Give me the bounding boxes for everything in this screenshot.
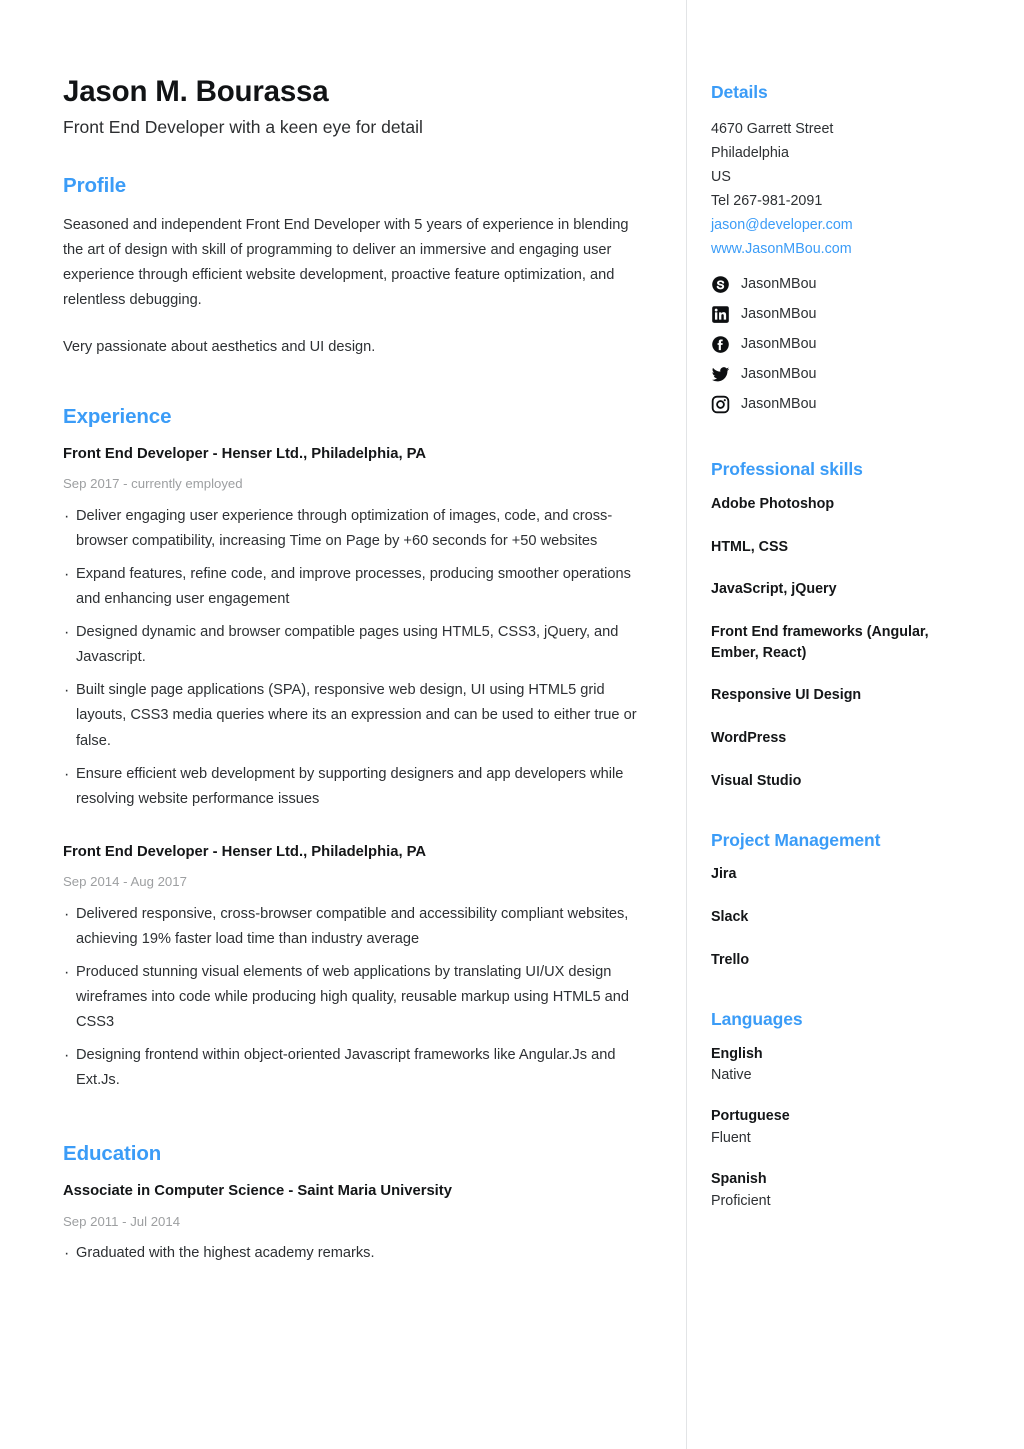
social-row-twitter[interactable]: JasonMBou xyxy=(711,360,969,390)
entry-bullets: Delivered responsive, cross-browser comp… xyxy=(63,901,651,1094)
experience-section: Experience Front End Developer - Henser … xyxy=(63,404,651,1093)
language-name: English xyxy=(711,1045,763,1062)
social-handle: JasonMBou xyxy=(741,366,817,383)
entry-bullets: Deliver engaging user experience through… xyxy=(63,503,651,812)
list-item: Spanish Proficient xyxy=(711,1169,969,1212)
list-item: Expand features, refine code, and improv… xyxy=(63,561,651,612)
social-handle: JasonMBou xyxy=(741,276,817,293)
social-row-linkedin[interactable]: JasonMBou xyxy=(711,300,969,330)
facebook-icon xyxy=(711,335,730,354)
list-item: Jira xyxy=(711,866,737,883)
job-subtitle: Front End Developer with a keen eye for … xyxy=(63,117,423,138)
details-section: Details 4670 Garrett Street Philadelphia… xyxy=(711,82,969,420)
education-section: Education Associate in Computer Science … xyxy=(63,1141,651,1268)
entry-date: Sep 2011 - Jul 2014 xyxy=(63,1213,181,1229)
experience-entry: Front End Developer - Henser Ltd., Phila… xyxy=(63,444,651,812)
address-line-1: 4670 Garrett Street xyxy=(711,120,834,137)
list-item: Visual Studio xyxy=(711,772,802,789)
list-item: WordPress xyxy=(711,730,787,747)
professional-skills-section: Professional skills Adobe Photoshop HTML… xyxy=(711,459,969,792)
entry-date: Sep 2014 - Aug 2017 xyxy=(63,874,187,890)
entry-title: Associate in Computer Science - Saint Ma… xyxy=(63,1183,452,1200)
language-level: Native xyxy=(711,1066,752,1083)
details-heading: Details xyxy=(711,82,768,102)
entry-bullets: Graduated with the highest academy remar… xyxy=(63,1240,651,1268)
entry-date: Sep 2017 - currently employed xyxy=(63,476,243,492)
page-title: Jason M. Bourassa xyxy=(63,75,329,108)
list-item: Ensure efficient web development by supp… xyxy=(63,761,651,812)
professional-skills-heading: Professional skills xyxy=(711,458,863,479)
list-item: Built single page applications (SPA), re… xyxy=(63,677,651,753)
social-row-skype[interactable]: JasonMBou xyxy=(711,270,969,300)
website-link[interactable]: www.JasonMBou.com xyxy=(711,237,969,261)
list-item: Deliver engaging user experience through… xyxy=(63,503,651,554)
list-item: Adobe Photoshop xyxy=(711,495,835,512)
resume-page: Jason M. Bourassa Front End Developer wi… xyxy=(0,0,1024,1449)
profile-paragraph: Very passionate about aesthetics and UI … xyxy=(63,339,376,356)
profile-section: Profile Seasoned and independent Front E… xyxy=(63,173,651,360)
experience-entry: Front End Developer - Henser Ltd., Phila… xyxy=(63,842,651,1094)
list-item: Produced stunning visual elements of web… xyxy=(63,959,651,1035)
column-divider xyxy=(686,0,687,1449)
country-line: US xyxy=(711,168,731,185)
language-name: Spanish xyxy=(711,1171,767,1188)
social-handle: JasonMBou xyxy=(741,396,817,413)
list-item: JavaScript, jQuery xyxy=(711,581,837,598)
social-row-instagram[interactable]: JasonMBou xyxy=(711,390,969,420)
list-item: Delivered responsive, cross-browser comp… xyxy=(63,901,651,952)
languages-section: Languages English Native Portuguese Flue… xyxy=(711,1009,969,1213)
list-item: HTML, CSS xyxy=(711,538,789,555)
language-level: Proficient xyxy=(711,1192,771,1209)
social-links: JasonMBou JasonMBou JasonMBou JasonMBou … xyxy=(711,270,969,420)
list-item: Slack xyxy=(711,909,749,926)
list-item: Portuguese Fluent xyxy=(711,1106,969,1149)
education-heading: Education xyxy=(63,1142,162,1166)
list-item: Trello xyxy=(711,951,750,968)
sidebar-column: Details 4670 Garrett Street Philadelphia… xyxy=(711,82,969,1212)
profile-paragraph: Seasoned and independent Front End Devel… xyxy=(63,216,629,309)
social-handle: JasonMBou xyxy=(741,336,817,353)
list-item: Designing frontend within object-oriente… xyxy=(63,1042,651,1093)
list-item: Front End frameworks (Angular, Ember, Re… xyxy=(711,624,929,661)
phone-line: Tel 267-981-2091 xyxy=(711,192,823,209)
languages-heading: Languages xyxy=(711,1008,803,1029)
entry-title: Front End Developer - Henser Ltd., Phila… xyxy=(63,843,427,860)
entry-title: Front End Developer - Henser Ltd., Phila… xyxy=(63,445,427,462)
social-row-facebook[interactable]: JasonMBou xyxy=(711,330,969,360)
project-management-heading: Project Management xyxy=(711,829,881,850)
list-item: Responsive UI Design xyxy=(711,687,862,704)
main-column: Jason M. Bourassa Front End Developer wi… xyxy=(63,74,651,1270)
education-entry: Associate in Computer Science - Saint Ma… xyxy=(63,1181,651,1268)
project-management-section: Project Management Jira Slack Trello xyxy=(711,830,969,971)
social-handle: JasonMBou xyxy=(741,306,817,323)
email-link[interactable]: jason@developer.com xyxy=(711,213,969,237)
instagram-icon xyxy=(711,395,730,414)
linkedin-icon xyxy=(711,305,730,324)
skype-icon xyxy=(711,275,730,294)
profile-heading: Profile xyxy=(63,174,127,198)
language-level: Fluent xyxy=(711,1129,751,1146)
address-line-2: Philadelphia xyxy=(711,144,789,161)
twitter-icon xyxy=(711,365,730,384)
experience-heading: Experience xyxy=(63,405,172,429)
language-name: Portuguese xyxy=(711,1108,790,1125)
list-item: Designed dynamic and browser compatible … xyxy=(63,619,651,670)
list-item: Graduated with the highest academy remar… xyxy=(63,1240,651,1268)
list-item: English Native xyxy=(711,1044,969,1087)
